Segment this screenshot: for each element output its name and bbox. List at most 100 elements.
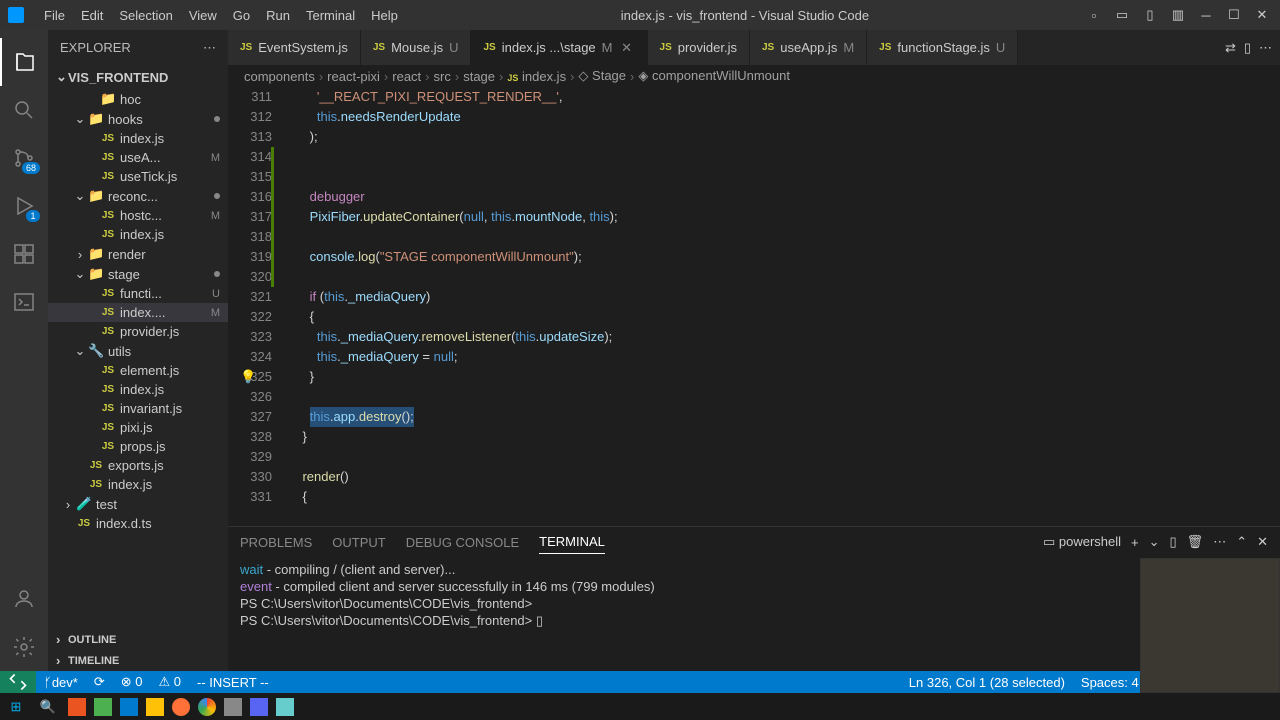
taskbar-app-icon[interactable] xyxy=(68,698,86,716)
remote-indicator[interactable] xyxy=(0,671,36,693)
terminal-dropdown-icon[interactable]: ⌄ xyxy=(1149,534,1160,550)
tree-folder[interactable]: ›🧪test xyxy=(48,494,228,514)
vim-mode: -- INSERT -- xyxy=(189,671,277,693)
indent-spaces[interactable]: Spaces: 4 xyxy=(1073,675,1147,690)
menu-selection[interactable]: Selection xyxy=(111,4,180,27)
terminal-panel-icon[interactable] xyxy=(0,278,48,326)
tree-file[interactable]: JSindex.js xyxy=(48,129,228,148)
panel-tab-terminal[interactable]: TERMINAL xyxy=(539,530,605,554)
taskbar-app-icon[interactable] xyxy=(94,698,112,716)
scm-badge: 68 xyxy=(22,162,40,174)
warnings-count[interactable]: ⚠ 0 xyxy=(150,671,189,693)
editor-tab[interactable]: JSfunctionStage.jsU xyxy=(867,30,1018,65)
section-timeline[interactable]: ›TIMELINE xyxy=(48,650,228,671)
accounts-icon[interactable] xyxy=(0,575,48,623)
tab-close-icon[interactable]: ✕ xyxy=(619,40,635,56)
source-control-icon[interactable]: 68 xyxy=(0,134,48,182)
layout-customize-icon[interactable]: ▥ xyxy=(1168,5,1188,25)
menu-file[interactable]: File xyxy=(36,4,73,27)
run-debug-icon[interactable]: 1 xyxy=(0,182,48,230)
section-outline[interactable]: ›OUTLINE xyxy=(48,629,228,650)
tree-file[interactable]: JSpixi.js xyxy=(48,418,228,437)
taskbar-search-icon[interactable]: 🔍 xyxy=(36,697,60,717)
breadcrumb[interactable]: components›react-pixi›react›src›stage›JS… xyxy=(228,65,1280,87)
tree-file[interactable]: JSindex.d.ts xyxy=(48,514,228,533)
split-icon[interactable]: ▯ xyxy=(1244,40,1251,56)
kill-terminal-icon[interactable]: 🗑 xyxy=(1187,534,1204,550)
tree-file[interactable]: JSindex....M xyxy=(48,303,228,322)
git-sync[interactable]: ⟳ xyxy=(86,671,113,693)
close-panel-icon[interactable]: ✕ xyxy=(1257,534,1268,550)
taskbar-chrome-icon[interactable] xyxy=(198,698,216,716)
layout-sidebar-icon[interactable]: ▯ xyxy=(1140,5,1160,25)
more-icon[interactable]: ⋯ xyxy=(203,40,216,56)
split-terminal-icon[interactable]: ▯ xyxy=(1170,534,1177,550)
tree-folder[interactable]: 📁hoc xyxy=(48,89,228,109)
search-icon[interactable] xyxy=(0,86,48,134)
taskbar-explorer-icon[interactable] xyxy=(146,698,164,716)
explorer-icon[interactable] xyxy=(0,38,48,86)
tree-file[interactable]: JSfuncti...U xyxy=(48,284,228,303)
maximize-button[interactable]: ☐ xyxy=(1224,5,1244,25)
tree-file[interactable]: JSexports.js xyxy=(48,456,228,475)
project-name[interactable]: VIS_FRONTEND xyxy=(68,70,168,85)
tree-file[interactable]: JSelement.js xyxy=(48,361,228,380)
code-editor[interactable]: 3113123133143153163173183193203213223233… xyxy=(228,87,1280,526)
panel-tab-debug-console[interactable]: DEBUG CONSOLE xyxy=(406,531,519,554)
bottom-panel: PROBLEMS OUTPUT DEBUG CONSOLE TERMINAL ▭ pow… xyxy=(228,526,1280,671)
tree-folder[interactable]: ⌄📁hooks xyxy=(48,109,228,129)
shell-select[interactable]: ▭ powershell xyxy=(1043,534,1121,550)
tree-file[interactable]: JSindex.js xyxy=(48,225,228,244)
panel-tab-output[interactable]: OUTPUT xyxy=(332,531,385,554)
extensions-icon[interactable] xyxy=(0,230,48,278)
editor-tab[interactable]: JSindex.js ...\stageM✕ xyxy=(471,30,647,65)
tree-file[interactable]: JSinvariant.js xyxy=(48,399,228,418)
menu-edit[interactable]: Edit xyxy=(73,4,111,27)
taskbar-vscode-icon[interactable] xyxy=(120,698,138,716)
tree-folder[interactable]: ⌄📁stage xyxy=(48,264,228,284)
new-terminal-icon[interactable]: + xyxy=(1131,535,1139,550)
git-branch[interactable]: ᚶ dev* xyxy=(36,671,86,693)
more-terminal-icon[interactable]: ⋯ xyxy=(1213,534,1226,550)
terminal-content[interactable]: wait - compiling / (client and server)..… xyxy=(228,557,1280,671)
layout-icon[interactable]: ▫ xyxy=(1084,5,1104,25)
more-actions-icon[interactable]: ⋯ xyxy=(1259,40,1272,56)
windows-taskbar: ⊞ 🔍 xyxy=(0,693,1280,720)
cursor-position[interactable]: Ln 326, Col 1 (28 selected) xyxy=(901,675,1073,690)
editor-tab[interactable]: JSuseApp.jsM xyxy=(750,30,867,65)
file-tree: 📁hoc⌄📁hooksJSindex.jsJSuseA...MJSuseTick… xyxy=(48,89,228,629)
tree-folder[interactable]: ⌄🔧utils xyxy=(48,341,228,361)
editor-tab[interactable]: JSMouse.jsU xyxy=(361,30,472,65)
tree-file[interactable]: JSuseTick.js xyxy=(48,167,228,186)
close-button[interactable]: ✕ xyxy=(1252,5,1272,25)
taskbar-app-icon[interactable] xyxy=(250,698,268,716)
tree-file[interactable]: JSprops.js xyxy=(48,437,228,456)
tree-folder[interactable]: ›📁render xyxy=(48,244,228,264)
menu-terminal[interactable]: Terminal xyxy=(298,4,363,27)
menu-view[interactable]: View xyxy=(181,4,225,27)
settings-gear-icon[interactable] xyxy=(0,623,48,671)
taskbar-app-icon[interactable] xyxy=(224,698,242,716)
tree-file[interactable]: JSindex.js xyxy=(48,475,228,494)
taskbar-firefox-icon[interactable] xyxy=(172,698,190,716)
editor-area: JSEventSystem.jsJSMouse.jsUJSindex.js ..… xyxy=(228,30,1280,671)
tree-file[interactable]: JSprovider.js xyxy=(48,322,228,341)
maximize-panel-icon[interactable]: ⌃ xyxy=(1236,534,1247,550)
editor-tab[interactable]: JSEventSystem.js xyxy=(228,30,361,65)
layout-panel-icon[interactable]: ▭ xyxy=(1112,5,1132,25)
tree-file[interactable]: JSuseA...M xyxy=(48,148,228,167)
vscode-logo-icon xyxy=(8,7,24,23)
errors-count[interactable]: ⊗ 0 xyxy=(113,671,151,693)
minimize-button[interactable]: ─ xyxy=(1196,5,1216,25)
menu-help[interactable]: Help xyxy=(363,4,406,27)
taskbar-app-icon[interactable] xyxy=(276,698,294,716)
tree-folder[interactable]: ⌄📁reconc... xyxy=(48,186,228,206)
menu-run[interactable]: Run xyxy=(258,4,298,27)
start-icon[interactable]: ⊞ xyxy=(4,697,28,717)
panel-tab-problems[interactable]: PROBLEMS xyxy=(240,531,312,554)
tree-file[interactable]: JSindex.js xyxy=(48,380,228,399)
tree-file[interactable]: JShostc...M xyxy=(48,206,228,225)
compare-icon[interactable]: ⇄ xyxy=(1225,40,1236,56)
editor-tab[interactable]: JSprovider.js xyxy=(648,30,750,65)
menu-go[interactable]: Go xyxy=(225,4,258,27)
